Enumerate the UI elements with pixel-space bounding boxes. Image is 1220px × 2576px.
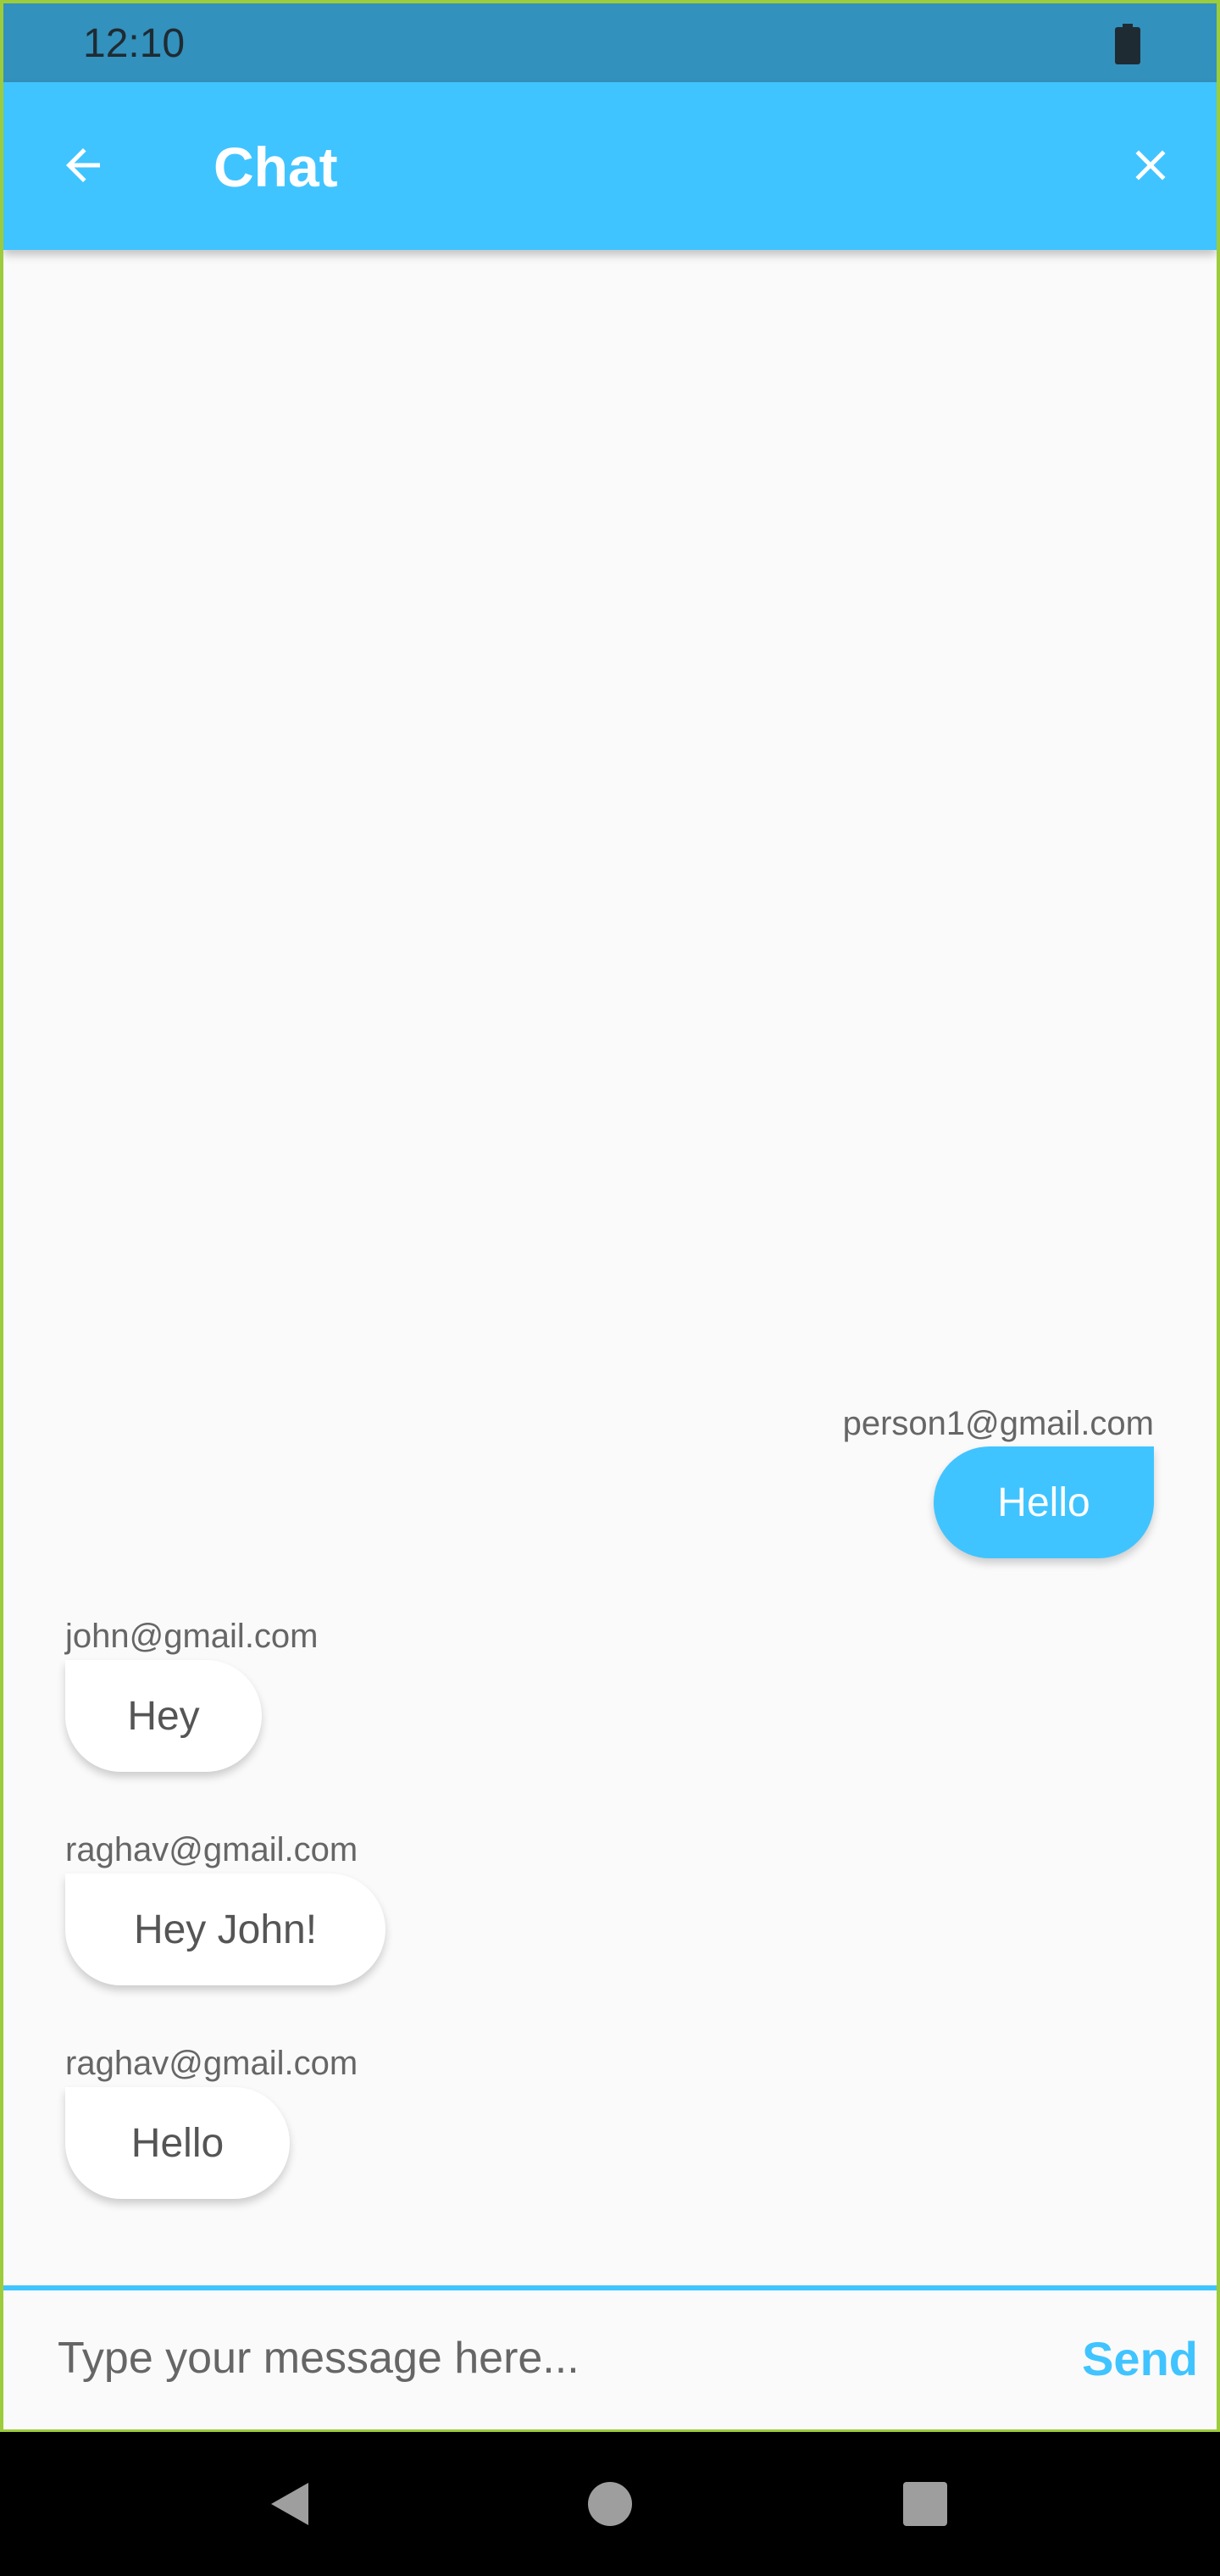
page-title: Chat <box>214 136 338 198</box>
message-input[interactable] <box>58 2318 990 2399</box>
home-circle-icon <box>588 2482 632 2526</box>
status-time: 12:10 <box>83 21 186 66</box>
message-sender: raghav@gmail.com <box>65 1831 358 1868</box>
battery-icon <box>1115 24 1140 64</box>
status-bar: 12:10 <box>3 3 1217 82</box>
back-triangle-icon <box>271 2483 308 2525</box>
nav-recents-button[interactable] <box>883 2462 968 2546</box>
message-sender: person1@gmail.com <box>842 1405 1154 1442</box>
back-button[interactable] <box>42 125 124 206</box>
message-bubble[interactable]: Hey John! <box>65 1874 385 1985</box>
nav-home-button[interactable] <box>568 2462 652 2546</box>
message-sender: john@gmail.com <box>65 1618 319 1655</box>
recents-square-icon <box>903 2482 947 2526</box>
message-bubble[interactable]: Hey <box>65 1660 262 1772</box>
nav-back-button[interactable] <box>247 2462 332 2546</box>
message-sender: raghav@gmail.com <box>65 2045 358 2082</box>
close-icon <box>1135 150 1166 180</box>
message-bubble[interactable]: Hello <box>934 1446 1154 1558</box>
close-button[interactable] <box>1110 125 1191 206</box>
device-frame: 12:10 Chat person1@gmail.com Hello john@… <box>0 0 1220 2576</box>
message-bubble[interactable]: Hello <box>65 2087 290 2199</box>
arrow-back-icon <box>66 148 100 182</box>
app-screen: 12:10 Chat person1@gmail.com Hello john@… <box>0 0 1220 2432</box>
system-nav-bar <box>0 2432 1220 2576</box>
send-button[interactable]: Send <box>1045 2316 1198 2401</box>
message-composer: Send <box>3 2285 1217 2429</box>
app-bar: Chat <box>3 82 1217 250</box>
